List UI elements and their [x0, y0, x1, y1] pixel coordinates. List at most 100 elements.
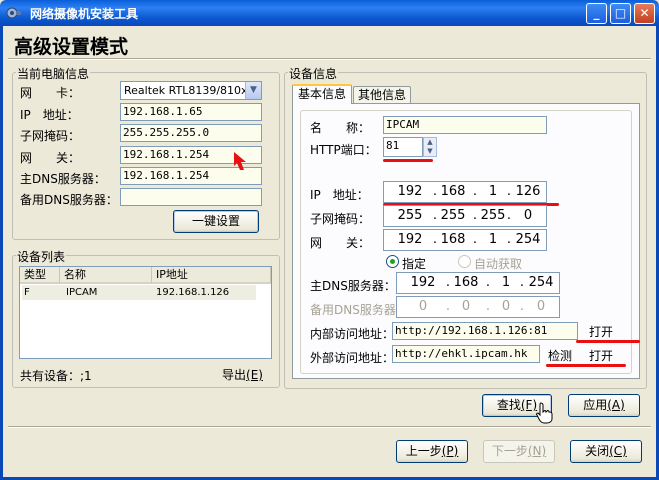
dns2-octet-1: 0 [418, 299, 428, 314]
close-button[interactable]: 关闭(C) [570, 440, 642, 463]
ip-octet-4[interactable]: 126 [514, 184, 542, 199]
radio-auto-dns-label: 自动获取 [474, 257, 523, 271]
ip-octet-2[interactable]: 168 [439, 184, 467, 199]
device-ip-label: IP 地址： [310, 188, 369, 202]
row-ip: 192.168.1.126 [156, 287, 230, 298]
pc-mask-label: 子网掩码： [20, 129, 81, 143]
page-title: 高级设置模式 [14, 36, 129, 58]
annotation-arrow-icon [234, 152, 246, 170]
device-dns1-label: 主DNS服务器： [310, 279, 396, 293]
annotation-underline-external [546, 364, 626, 367]
http-port-stepper[interactable]: ▲ ▼ [423, 137, 437, 157]
ip-octet-1[interactable]: 192 [396, 184, 424, 199]
radio-auto-dns[interactable] [458, 255, 471, 268]
dns1-octet-1[interactable]: 192 [409, 275, 437, 290]
stepper-down-icon[interactable]: ▼ [424, 147, 436, 156]
internal-address-field[interactable]: http://192.168.1.126:81 [392, 322, 578, 340]
http-port-input[interactable]: 81 [383, 137, 423, 157]
mask-octet-3[interactable]: 255 [479, 208, 507, 223]
footer-divider [8, 426, 651, 428]
minimize-button[interactable]: _ [586, 3, 607, 24]
ip-octet-3[interactable]: 1 [479, 184, 507, 199]
search-button-key: (F) [520, 398, 538, 412]
open-external-link[interactable]: 打开 [589, 347, 613, 364]
dns1-octet-4[interactable]: 254 [527, 275, 555, 290]
window-title: 网络摄像机安装工具 [30, 7, 139, 21]
ip-dot: . [519, 299, 525, 314]
search-button-label: 查找 [496, 398, 521, 412]
apply-button[interactable]: 应用(A) [568, 394, 640, 417]
device-name-label: 名 称： [310, 121, 371, 135]
device-dns1-input[interactable]: 192. 168. 1. 254 [396, 272, 560, 294]
ip-dot: . [506, 184, 512, 199]
dns2-octet-3: 0 [501, 299, 511, 314]
ip-dot: . [472, 184, 478, 199]
pc-info-legend: 当前电脑信息 [16, 65, 91, 82]
next-step-button: 下一步(N) [483, 440, 555, 463]
dns1-octet-3[interactable]: 1 [492, 275, 520, 290]
open-internal-link[interactable]: 打开 [589, 323, 613, 340]
annotation-underline-port [383, 159, 433, 162]
device-mask-input[interactable]: 255. 255. 255. 0 [383, 205, 547, 227]
column-header-type[interactable]: 类型 [20, 267, 60, 284]
http-port-label: HTTP端口： [310, 143, 377, 157]
prev-step-button[interactable]: 上一步(P) [396, 440, 468, 463]
next-button-key: (N) [527, 444, 547, 458]
gateway-octet-2[interactable]: 168 [439, 232, 467, 247]
table-row[interactable]: F IPCAM 192.168.1.126 [22, 285, 256, 300]
stepper-up-icon[interactable]: ▲ [424, 138, 436, 147]
tab-basic-info[interactable]: 基本信息 [292, 84, 352, 104]
device-info-legend: 设备信息 [288, 65, 339, 82]
mask-octet-4[interactable]: 0 [514, 208, 542, 223]
row-type: F [24, 287, 30, 298]
app-icon [6, 7, 21, 19]
close-button-label: 关闭 [585, 444, 610, 458]
tab-other-info[interactable]: 其他信息 [353, 86, 411, 104]
ip-dot: . [519, 275, 525, 290]
close-window-button[interactable]: ✕ [634, 3, 655, 24]
device-ip-input[interactable]: 192. 168. 1. 126 [383, 181, 547, 203]
mask-octet-2[interactable]: 255 [439, 208, 467, 223]
nic-select[interactable]: Realtek RTL8139/810x ▼ [120, 81, 262, 100]
chevron-down-icon[interactable]: ▼ [245, 82, 261, 99]
window-frame-left [0, 26, 3, 480]
external-address-label: 外部访问地址： [310, 351, 395, 365]
column-header-name[interactable]: 名称 [60, 267, 152, 284]
prev-button-key: (P) [441, 444, 459, 458]
device-mask-label: 子网掩码： [310, 212, 371, 226]
device-name-field[interactable]: IPCAM [383, 116, 547, 134]
pc-nic-label: 网 卡： [20, 86, 81, 100]
ip-dot: . [506, 232, 512, 247]
ip-dot: . [432, 208, 438, 223]
close-button-key: (C) [609, 444, 627, 458]
device-gateway-label: 网 关： [310, 236, 371, 250]
pc-ip-label: IP 地址： [20, 108, 79, 122]
dns1-octet-2[interactable]: 168 [452, 275, 480, 290]
pc-dns1-label: 主DNS服务器： [20, 172, 106, 186]
maximize-button[interactable]: □ [610, 3, 631, 24]
export-button[interactable]: 导出(E) [222, 366, 263, 383]
device-listview[interactable]: 类型 名称 IP地址 F IPCAM 192.168.1.126 [19, 266, 272, 359]
mask-octet-1[interactable]: 255 [396, 208, 424, 223]
next-button-label: 下一步 [491, 444, 528, 458]
export-key: (E) [246, 368, 263, 382]
gateway-octet-4[interactable]: 254 [514, 232, 542, 247]
title-bar[interactable]: 网络摄像机安装工具 _ □ ✕ [0, 0, 659, 26]
ip-dot: . [506, 208, 512, 223]
pc-gateway-label: 网 关： [20, 151, 81, 165]
external-address-field[interactable]: http://ehkl.ipcam.hk [392, 345, 540, 363]
gateway-octet-1[interactable]: 192 [396, 232, 424, 247]
annotation-underline-internal [576, 340, 640, 343]
device-gateway-input[interactable]: 192. 168. 1. 254 [383, 229, 547, 251]
prev-button-label: 上一步 [405, 444, 442, 458]
radio-fixed-dns-label: 指定 [402, 257, 427, 271]
export-label: 导出 [222, 368, 247, 382]
gateway-octet-3[interactable]: 1 [479, 232, 507, 247]
ip-dot: . [445, 299, 451, 314]
onekey-setup-button[interactable]: 一键设置 [173, 210, 259, 233]
radio-fixed-dns[interactable] [386, 255, 399, 268]
device-list-legend: 设备列表 [16, 248, 67, 265]
column-header-ip[interactable]: IP地址 [152, 267, 271, 284]
ip-dot: . [432, 232, 438, 247]
check-external-link[interactable]: 检测 [548, 347, 572, 364]
